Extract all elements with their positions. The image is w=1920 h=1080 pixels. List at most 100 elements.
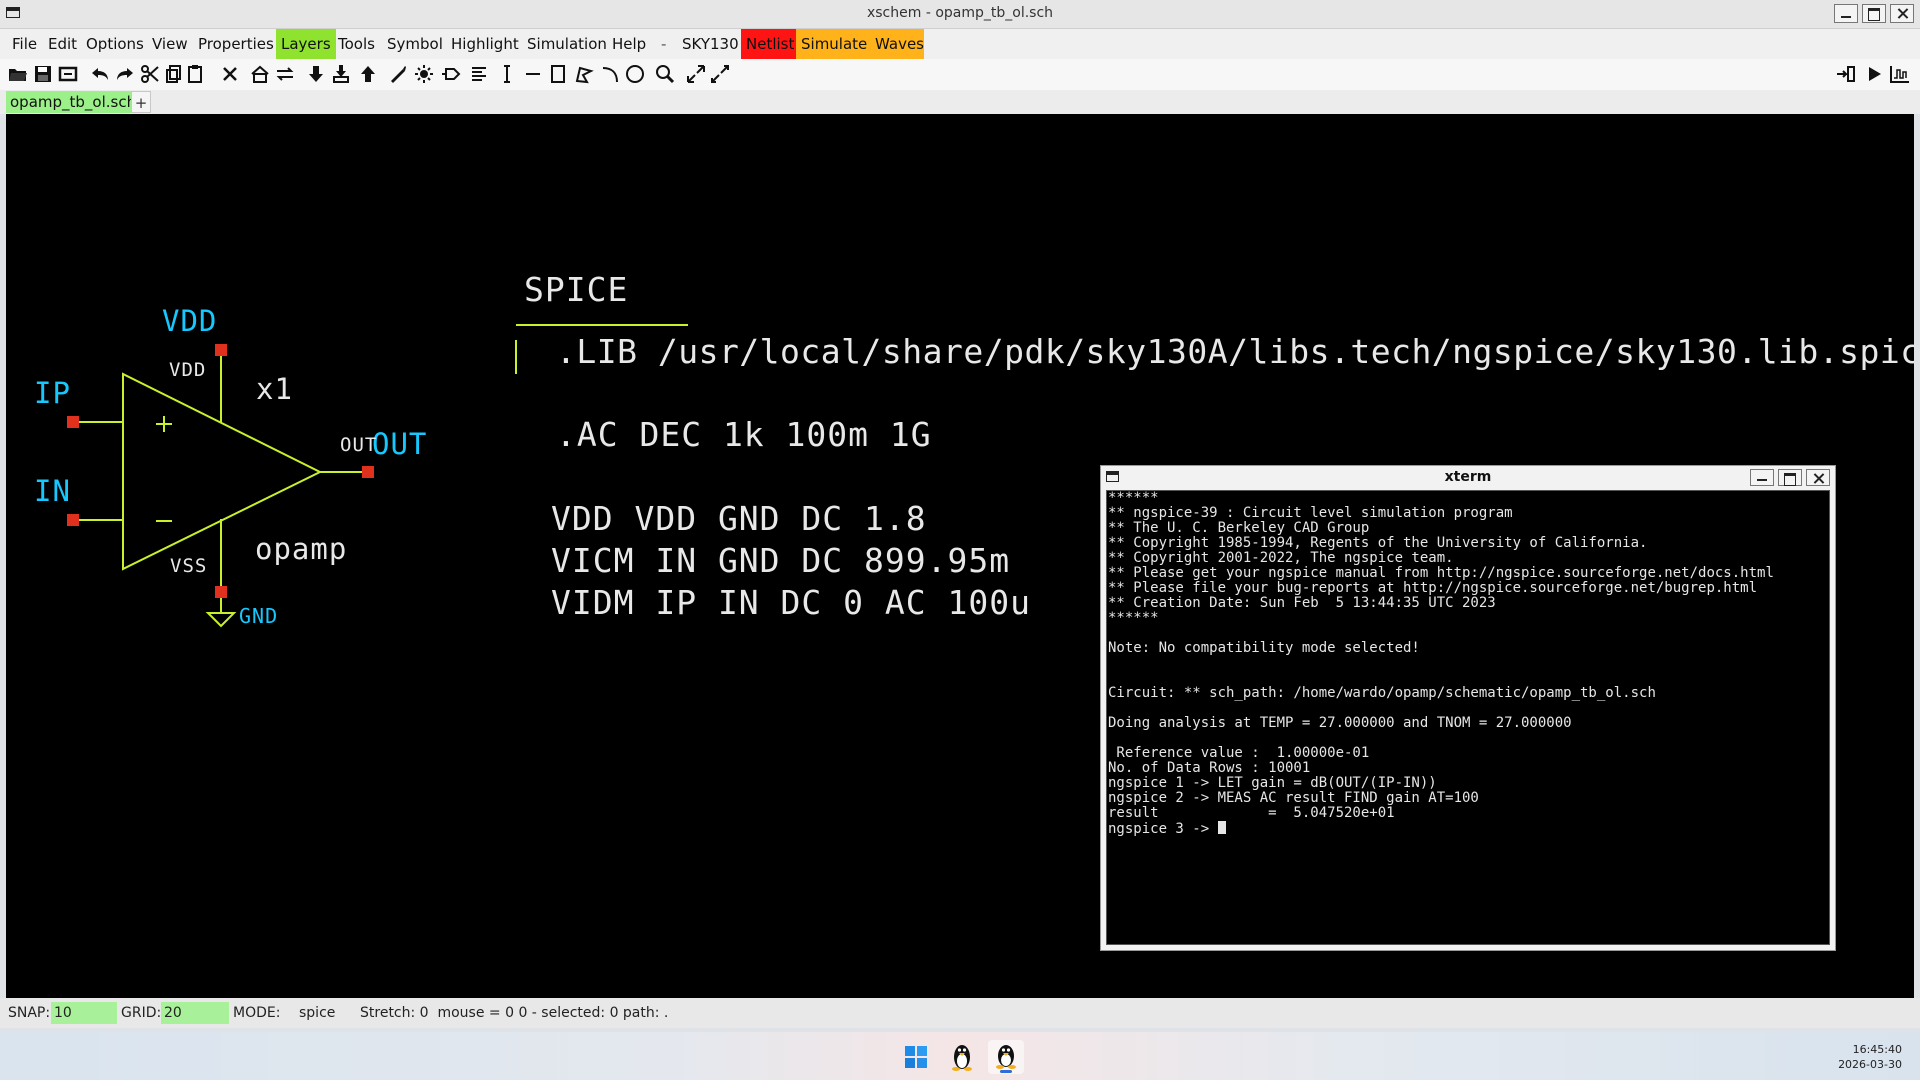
delete-icon[interactable]: [220, 64, 240, 84]
window-title: xschem - opamp_tb_ol.sch: [866, 5, 1054, 21]
spice-vicm-line[interactable]: VICM IN GND DC 899.95m: [551, 541, 1010, 580]
snap-label: SNAP:: [8, 1005, 51, 1021]
add-tab-button[interactable]: +: [131, 91, 151, 113]
menu-simulation[interactable]: Simulation: [522, 29, 612, 59]
symbol-pin-vss: VSS: [170, 555, 208, 577]
mode-label: MODE:: [233, 1005, 281, 1021]
terminal-prompt-line[interactable]: ngspice 3 ->: [1107, 821, 1829, 837]
xterm-title: xterm: [1444, 469, 1492, 485]
descend-symbol-icon[interactable]: [331, 64, 351, 84]
status-bar: SNAP: 10 GRID: 20 MODE: spice Stretch: 0…: [0, 998, 1920, 1028]
clock-time: 16:45:40: [1852, 1043, 1902, 1056]
label-icon[interactable]: [497, 64, 517, 84]
taskbar-linux-app-1[interactable]: [944, 1040, 980, 1074]
label-ip[interactable]: IP: [34, 376, 71, 410]
menu-tools[interactable]: Tools: [333, 29, 380, 59]
terminal-lines: ****** ** ngspice-39 : Circuit level simu…: [1107, 491, 1829, 821]
window-titlebar: xschem - opamp_tb_ol.sch: [0, 0, 1920, 29]
label-vdd[interactable]: VDD: [162, 304, 217, 338]
highlight-icon[interactable]: [414, 64, 434, 84]
label-out[interactable]: OUT: [372, 427, 427, 461]
xterm-maximize-button[interactable]: [1778, 469, 1802, 486]
cut-icon[interactable]: [140, 64, 160, 84]
spice-vidm-line[interactable]: VIDM IP IN DC 0 AC 100u: [551, 583, 1031, 622]
paste-icon[interactable]: [186, 64, 206, 84]
label-gnd[interactable]: GND: [239, 604, 278, 628]
descend-icon[interactable]: [306, 64, 326, 84]
mode-value: spice: [299, 1005, 336, 1021]
terminal-line: result = 5.047520e+01: [1108, 805, 1395, 821]
waves-button[interactable]: Waves: [870, 29, 924, 59]
place-symbol-icon[interactable]: [250, 64, 270, 84]
poly-icon[interactable]: [574, 64, 594, 84]
taskbar-linux-app-2[interactable]: [988, 1040, 1024, 1074]
xterm-minimize-button[interactable]: [1750, 469, 1774, 486]
tab-opamp-tb-ol[interactable]: opamp_tb_ol.sch: [6, 91, 141, 113]
minimize-button[interactable]: [1834, 4, 1858, 23]
maximize-button[interactable]: [1862, 4, 1886, 23]
menu-edit[interactable]: Edit: [43, 29, 82, 59]
netlist-load-icon[interactable]: [1836, 64, 1856, 84]
close-button[interactable]: [1890, 4, 1914, 23]
copy-icon[interactable]: [164, 64, 184, 84]
spice-lib-line[interactable]: .LIB /usr/local/share/pdk/sky130A/libs.t…: [556, 332, 1914, 371]
redo-icon[interactable]: [115, 64, 135, 84]
simulate-button[interactable]: Simulate: [796, 29, 870, 59]
instance-name[interactable]: x1: [256, 372, 293, 406]
tab-bar: opamp_tb_ol.sch +: [0, 90, 1920, 114]
ascend-icon[interactable]: [358, 64, 378, 84]
snap-input[interactable]: 10: [51, 1002, 117, 1024]
menu-sky130[interactable]: SKY130: [677, 29, 744, 59]
terminal-prompt: ngspice 3 ->: [1108, 821, 1218, 837]
terminal-line: ** Please file your bug-reports at http:…: [1108, 580, 1758, 596]
tux-penguin-icon: [996, 1045, 1016, 1069]
terminal-output[interactable]: ****** ** ngspice-39 : Circuit level simu…: [1106, 490, 1830, 945]
save-icon[interactable]: [33, 64, 53, 84]
zoom-icon[interactable]: [655, 64, 675, 84]
spice-block-title[interactable]: SPICE: [524, 270, 628, 309]
rect-icon[interactable]: [548, 64, 568, 84]
menu-properties[interactable]: Properties: [193, 29, 279, 59]
wire-icon[interactable]: [388, 64, 408, 84]
terminal-line: ** Copyright 1985-1994, Regents of the U…: [1108, 535, 1648, 551]
grid-input[interactable]: 20: [161, 1002, 229, 1024]
arc-icon[interactable]: [600, 64, 620, 84]
start-button[interactable]: [898, 1040, 934, 1074]
undo-icon[interactable]: [90, 64, 110, 84]
pin-out-square: [362, 466, 374, 478]
terminal-line: ngspice 2 -> MEAS AC result FIND gain AT…: [1108, 790, 1479, 806]
xterm-window[interactable]: xterm ****** ** ngspice-39 : Circuit leve…: [1100, 465, 1836, 951]
symbol-pin-vdd: VDD: [169, 359, 207, 381]
pin-icon[interactable]: [442, 64, 462, 84]
symbol-name[interactable]: opamp: [255, 532, 347, 566]
reload-icon[interactable]: [58, 64, 78, 84]
label-in[interactable]: IN: [34, 474, 71, 508]
system-clock[interactable]: 16:45:40 2026-03-30: [1838, 1042, 1902, 1072]
menu-layers[interactable]: Layers: [276, 29, 336, 59]
zoom-full-icon[interactable]: [686, 64, 706, 84]
netlist-button[interactable]: Netlist: [741, 29, 796, 59]
menu-symbol[interactable]: Symbol: [382, 29, 448, 59]
terminal-line: No. of Data Rows : 10001: [1108, 760, 1311, 776]
menu-view[interactable]: View: [147, 29, 193, 59]
taskbar: 16:45:40 2026-03-30: [0, 1032, 1920, 1080]
flip-icon[interactable]: [275, 64, 295, 84]
run-icon[interactable]: [1864, 64, 1884, 84]
line-icon[interactable]: [523, 64, 543, 84]
zoom-box-icon[interactable]: [710, 64, 730, 84]
xterm-close-button[interactable]: [1806, 469, 1830, 486]
spice-vdd-line[interactable]: VDD VDD GND DC 1.8: [551, 499, 927, 538]
menu-highlight[interactable]: Highlight: [446, 29, 524, 59]
menu-file[interactable]: File: [7, 29, 42, 59]
open-icon[interactable]: [8, 64, 28, 84]
terminal-cursor: [1217, 821, 1226, 834]
menu-options[interactable]: Options: [81, 29, 149, 59]
spice-ac-line[interactable]: .AC DEC 1k 100m 1G: [556, 415, 932, 454]
waveform-icon[interactable]: [1890, 64, 1910, 84]
text-icon[interactable]: [469, 64, 489, 84]
circle-icon[interactable]: [625, 64, 645, 84]
tux-penguin-icon: [952, 1045, 972, 1071]
menu-help[interactable]: Help: [607, 29, 651, 59]
